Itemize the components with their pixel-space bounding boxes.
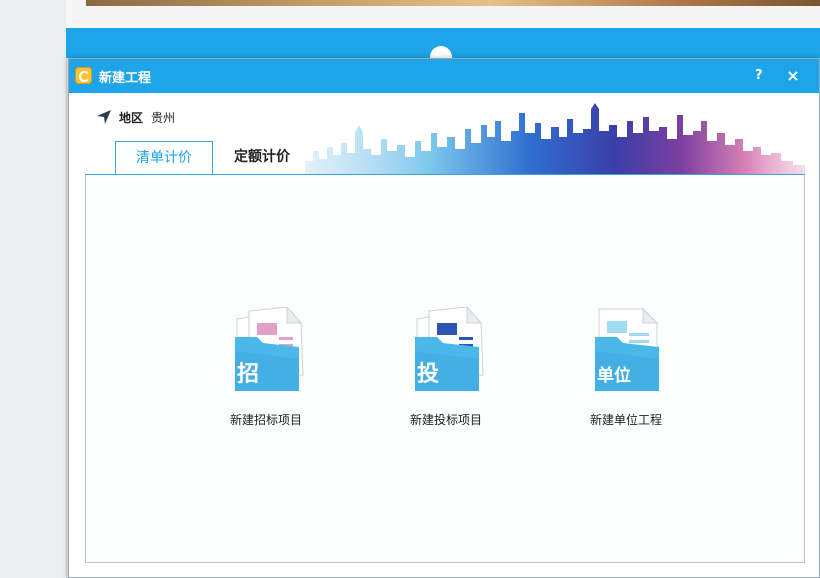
- new-unit-project-button[interactable]: 单位 新建单位工程: [568, 307, 684, 428]
- svg-text:招: 招: [237, 362, 259, 387]
- background-sidebar: [0, 0, 67, 578]
- new-project-dialog: 新建工程 ? × 地区 贵州 清单计价 定额计价 招 新建招标项目 投 新建投标…: [68, 58, 820, 578]
- unit-project-folder-icon: 单位: [595, 307, 659, 391]
- new-tender-project-button[interactable]: 招 新建招标项目: [208, 307, 324, 428]
- region-label: 地区: [119, 111, 144, 125]
- svg-text:投: 投: [417, 362, 439, 387]
- location-arrow-icon: [97, 110, 111, 124]
- new-bid-project-label: 新建投标项目: [409, 413, 482, 427]
- region-value[interactable]: 贵州: [151, 109, 175, 126]
- tender-folder-icon: 招: [235, 307, 304, 391]
- close-button[interactable]: ×: [785, 66, 801, 85]
- bid-folder-icon: 投: [415, 307, 484, 391]
- dialog-title: 新建工程: [99, 71, 152, 86]
- help-button[interactable]: ?: [755, 68, 763, 83]
- new-unit-project-label: 新建单位工程: [589, 413, 662, 427]
- new-bid-project-button[interactable]: 投 新建投标项目: [388, 307, 504, 428]
- tab-quota-pricing[interactable]: 定额计价: [219, 141, 305, 174]
- city-skyline-illustration: [305, 103, 805, 175]
- panel-top-border: [85, 174, 805, 175]
- background-banner-image: [86, 0, 820, 6]
- dialog-titlebar[interactable]: 新建工程 ? ×: [69, 59, 819, 93]
- svg-text:单位: 单位: [597, 365, 631, 386]
- tab-bill-pricing[interactable]: 清单计价: [115, 141, 213, 174]
- app-logo-icon: [75, 67, 92, 84]
- new-tender-project-label: 新建招标项目: [229, 413, 302, 427]
